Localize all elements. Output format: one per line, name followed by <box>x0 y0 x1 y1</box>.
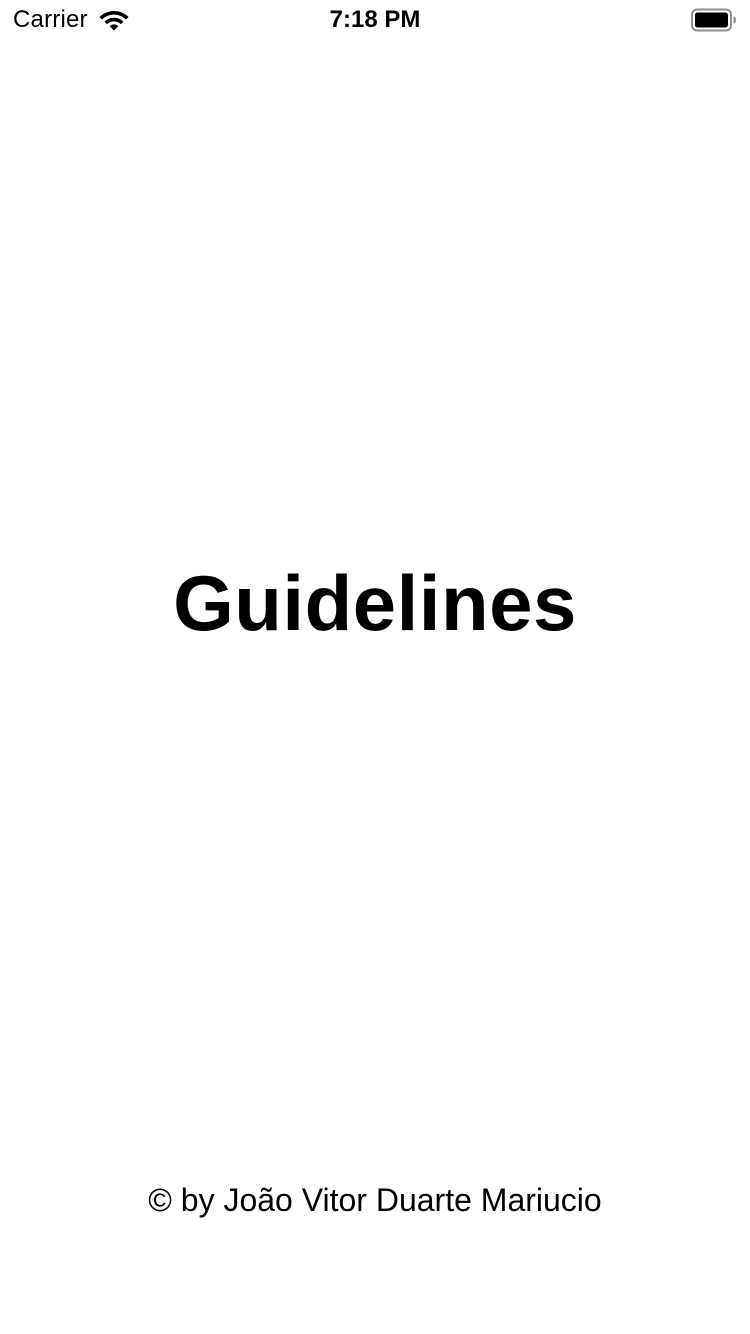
page-title: Guidelines <box>173 559 577 647</box>
footer-credit: © by João Vitor Duarte Mariucio <box>148 1182 602 1218</box>
battery-icon <box>691 8 736 32</box>
status-bar: Carrier 7:18 PM <box>0 0 750 40</box>
status-time: 7:18 PM <box>329 6 421 33</box>
